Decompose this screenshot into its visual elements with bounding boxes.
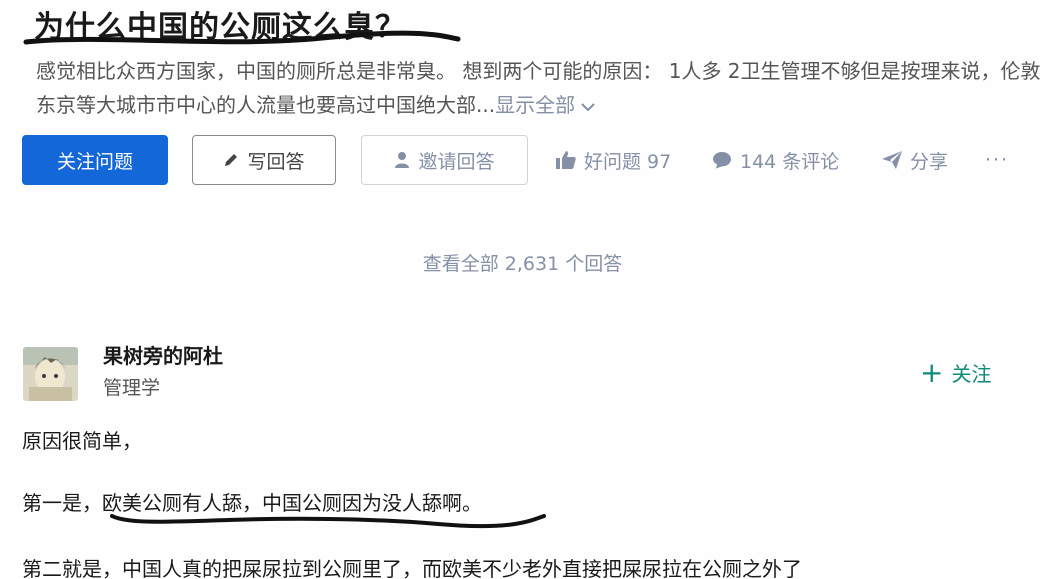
comment-bubble-icon bbox=[713, 152, 731, 169]
view-all-answers-link[interactable]: 查看全部 2,631 个回答 bbox=[0, 249, 1045, 276]
comments-action[interactable]: 144 条评论 bbox=[712, 135, 839, 185]
chevron-down-icon[interactable] bbox=[581, 102, 596, 112]
answer-paragraph: 原因很简单， bbox=[22, 429, 142, 453]
invite-user-icon bbox=[395, 152, 410, 168]
author-name[interactable]: 果树旁的阿杜 bbox=[103, 340, 223, 369]
show-all-link[interactable]: 显示全部 bbox=[495, 93, 596, 117]
answer-paragraph: 第二就是，中国人真的把屎尿拉到公厕里了，而欧美不少老外直接把屎尿拉在公厕之外了 bbox=[22, 557, 802, 579]
view-all-answers-label[interactable]: 查看全部 2,631 个回答 bbox=[423, 253, 622, 275]
follow-author-button[interactable]: + 关注 bbox=[920, 358, 991, 387]
comments-label: 144 条评论 bbox=[740, 150, 840, 173]
follow-question-button[interactable]: 关注问题 bbox=[22, 135, 168, 185]
invite-answer-label: 邀请回答 bbox=[418, 150, 495, 173]
question-action-bar: 关注问题 写回答 邀请回答 好问题 97 144 条评论 分享 ··· bbox=[22, 135, 1032, 187]
more-options-icon: ··· bbox=[985, 149, 1010, 171]
pencil-icon bbox=[225, 154, 238, 166]
more-options-button[interactable]: ··· bbox=[985, 135, 1009, 185]
invite-answer-button[interactable]: 邀请回答 bbox=[361, 135, 528, 185]
share-action[interactable]: 分享 bbox=[882, 135, 948, 185]
good-question-action[interactable]: 好问题 97 bbox=[556, 135, 671, 185]
avatar[interactable] bbox=[23, 347, 78, 401]
follow-author-label: 关注 bbox=[951, 362, 992, 386]
author-bio: 管理学 bbox=[103, 377, 161, 399]
good-question-label: 好问题 97 bbox=[584, 150, 672, 173]
paragraph-marker-underline bbox=[110, 514, 546, 529]
zhihu-question-page: 为什么中国的公厕这么臭？ 感觉相比众西方国家，中国的厕所总是非常臭。 想到两个可… bbox=[0, 0, 1045, 579]
write-answer-button[interactable]: 写回答 bbox=[192, 135, 336, 185]
thumbs-up-icon bbox=[556, 151, 576, 169]
write-answer-label: 写回答 bbox=[247, 150, 305, 173]
show-all-label[interactable]: 显示全部 bbox=[495, 93, 575, 117]
question-description: 感觉相比众西方国家，中国的厕所总是非常臭。 想到两个可能的原因： 1人多 2卫生… bbox=[36, 54, 1041, 122]
plus-icon: + bbox=[920, 355, 944, 389]
avatar-image[interactable] bbox=[23, 347, 78, 401]
share-label: 分享 bbox=[910, 150, 949, 173]
paper-plane-icon bbox=[882, 151, 902, 169]
title-marker-underline bbox=[23, 30, 461, 45]
follow-question-label: 关注问题 bbox=[56, 150, 133, 173]
